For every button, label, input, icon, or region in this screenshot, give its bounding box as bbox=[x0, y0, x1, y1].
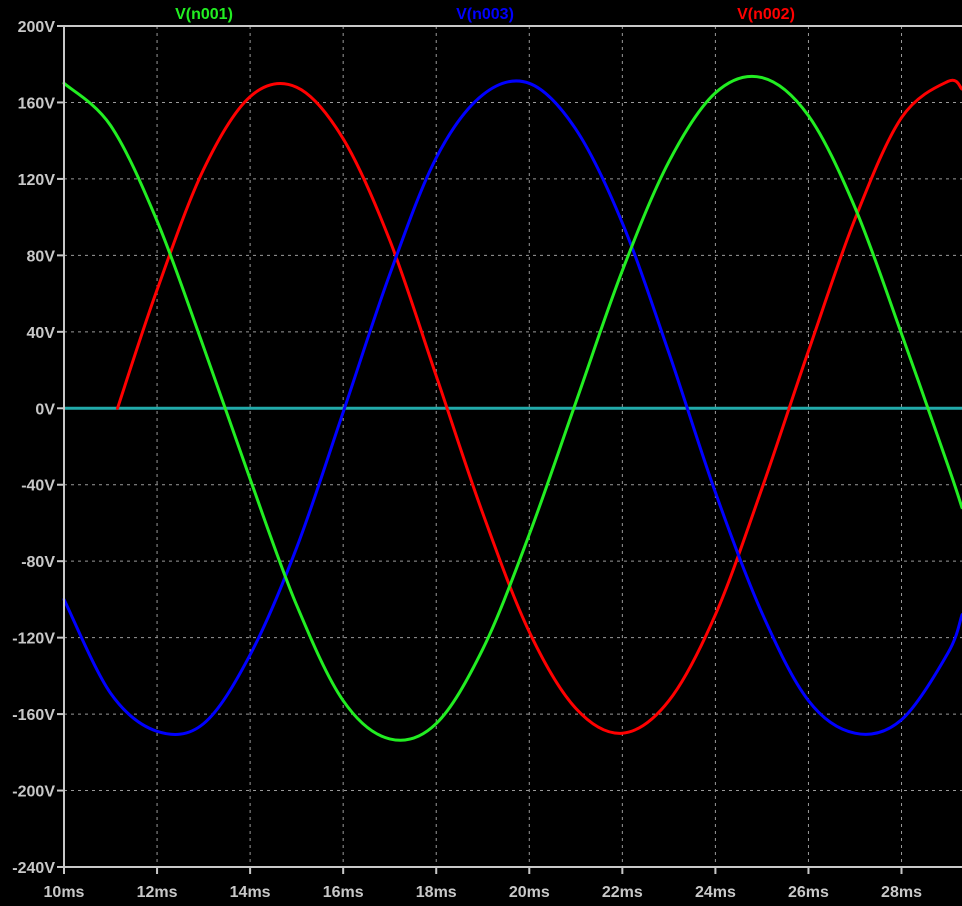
x-axis: 10ms 12ms 14ms 16ms 18ms 20ms 22ms 24ms 26ms 28ms bbox=[44, 867, 922, 901]
y-tick-label: 120V bbox=[18, 172, 56, 189]
y-tick-label: -40V bbox=[21, 478, 55, 495]
series-layer bbox=[62, 74, 962, 742]
y-tick-label: -160V bbox=[12, 707, 55, 724]
y-tick-label: 0V bbox=[35, 401, 55, 418]
x-tick-label: 24ms bbox=[695, 884, 736, 901]
x-tick-label: 20ms bbox=[509, 884, 550, 901]
y-tick-label: -200V bbox=[12, 784, 55, 801]
trace-v-n002 bbox=[116, 78, 962, 735]
grid bbox=[64, 26, 962, 867]
waveform-plot: 10ms 12ms 14ms 16ms 18ms 20ms 22ms 24ms 26ms 28ms… bbox=[12, 6, 962, 901]
x-tick-label: 14ms bbox=[230, 884, 271, 901]
y-tick-label: -240V bbox=[12, 860, 55, 877]
x-tick-label: 16ms bbox=[323, 884, 364, 901]
plot-frame bbox=[63, 25, 962, 868]
y-tick-label: 200V bbox=[18, 19, 56, 36]
legend-label: V(n002) bbox=[737, 6, 795, 23]
x-tick-label: 28ms bbox=[881, 884, 922, 901]
y-tick-label: 80V bbox=[27, 248, 56, 265]
x-tick-label: 10ms bbox=[44, 884, 85, 901]
legend: V(n001) V(n003) V(n002) bbox=[175, 6, 795, 23]
y-tick-label: 40V bbox=[27, 325, 56, 342]
x-tick-label: 12ms bbox=[137, 884, 178, 901]
y-axis: 200V 160V 120V 80V 40V 0V -40V -80V -120V -160V -2… bbox=[12, 19, 64, 877]
x-tick-label: 22ms bbox=[602, 884, 643, 901]
y-tick-label: -80V bbox=[21, 554, 55, 571]
y-tick-label: -120V bbox=[12, 631, 55, 648]
legend-label: V(n003) bbox=[456, 6, 514, 23]
legend-label: V(n001) bbox=[175, 6, 233, 23]
x-tick-label: 26ms bbox=[788, 884, 829, 901]
x-tick-label: 18ms bbox=[416, 884, 457, 901]
y-tick-label: 160V bbox=[18, 95, 56, 112]
